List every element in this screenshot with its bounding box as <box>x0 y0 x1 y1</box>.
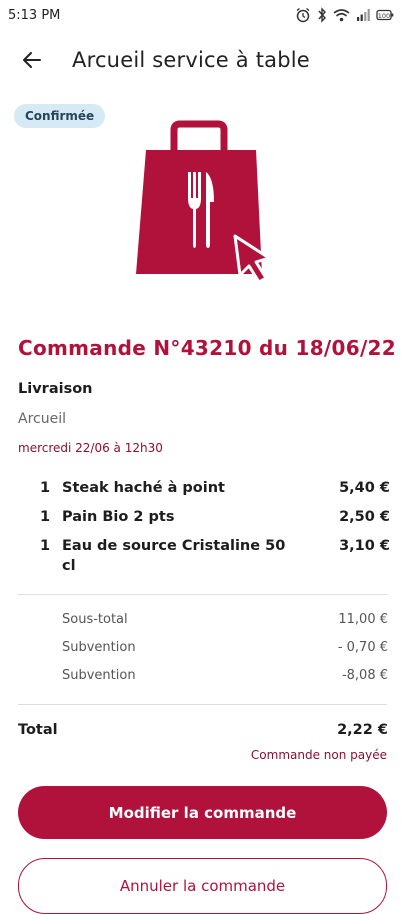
divider <box>18 704 387 705</box>
order-title: Commande N°43210 du 18/06/22 <box>18 336 396 360</box>
subtotal-value: -8,08 € <box>341 668 388 683</box>
arrow-left-icon <box>23 52 41 68</box>
cancel-order-button[interactable]: Annuler la commande <box>18 858 387 914</box>
wifi-icon <box>333 9 350 22</box>
bluetooth-icon <box>318 7 326 23</box>
list-item: 1 Steak haché à point 5,40 € <box>40 478 390 498</box>
item-name: Pain Bio 2 pts <box>62 509 175 525</box>
list-item: 1 Eau de source Cristaline 50 cl 3,10 € <box>40 536 390 576</box>
item-quantity: 1 <box>40 509 51 525</box>
delivery-place: Arcueil <box>18 411 66 427</box>
item-quantity: 1 <box>40 480 51 496</box>
item-name: Eau de source Cristaline 50 cl <box>62 538 286 574</box>
subtotals: Sous-total 11,00 € Subvention - 0,70 € S… <box>62 612 388 696</box>
item-price: 3,10 € <box>339 538 390 554</box>
subtotal-row: Sous-total 11,00 € <box>62 612 388 640</box>
subtotal-label: Subvention <box>62 640 136 655</box>
divider <box>18 594 387 595</box>
subtotal-value: - 0,70 € <box>337 640 388 655</box>
svg-text:100: 100 <box>378 12 390 20</box>
delivery-mode: Livraison <box>18 381 93 397</box>
subtotal-label: Sous-total <box>62 612 128 627</box>
app-bar: Arcueil service à table <box>0 34 404 86</box>
alarm-icon <box>296 7 310 23</box>
order-items: 1 Steak haché à point 5,40 € 1 Pain Bio … <box>40 478 390 585</box>
status-bar: 5:13 PM 100 <box>0 0 404 30</box>
payment-status: Commande non payée <box>250 748 387 762</box>
item-name: Steak haché à point <box>62 480 225 496</box>
item-price: 5,40 € <box>339 480 390 496</box>
battery-icon: 100 <box>376 9 394 21</box>
total-row: Total 2,22 € <box>18 722 388 738</box>
status-icons: 100 <box>295 7 394 23</box>
total-value: 2,22 € <box>337 722 388 738</box>
total-label: Total <box>18 722 58 738</box>
page-title: Arcueil service à table <box>72 48 310 72</box>
subtotal-row: Subvention -8,08 € <box>62 668 388 696</box>
modify-order-button[interactable]: Modifier la commande <box>18 786 387 839</box>
status-badge: Confirmée <box>14 104 106 128</box>
status-time: 5:13 PM <box>8 7 61 23</box>
delivery-slot: mercredi 22/06 à 12h30 <box>18 441 163 455</box>
subtotal-label: Subvention <box>62 668 136 683</box>
subtotal-value: 11,00 € <box>338 612 388 627</box>
back-button[interactable] <box>12 40 52 80</box>
item-quantity: 1 <box>40 538 51 554</box>
list-item: 1 Pain Bio 2 pts 2,50 € <box>40 507 390 527</box>
signal-icon <box>357 9 370 21</box>
item-price: 2,50 € <box>339 509 390 525</box>
shopping-bag-cutlery-icon <box>136 120 271 284</box>
subtotal-row: Subvention - 0,70 € <box>62 640 388 668</box>
